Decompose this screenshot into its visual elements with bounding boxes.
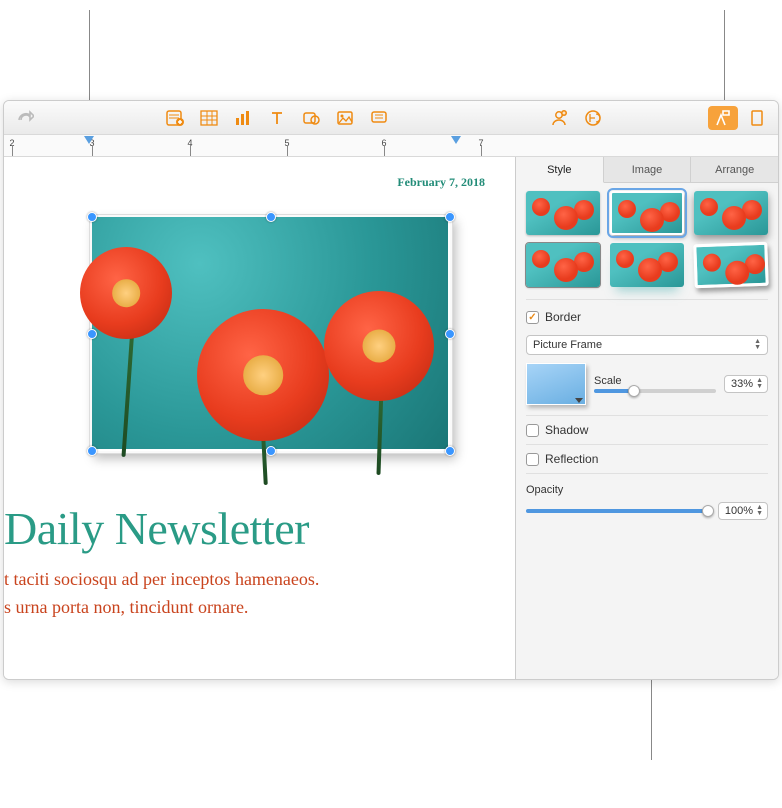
tab-arrange[interactable]: Arrange [691,157,778,183]
image-detail [121,327,134,457]
resize-handle-b[interactable] [266,446,276,456]
image-detail [80,247,172,339]
opacity-slider[interactable] [526,509,708,513]
scale-value: 33% [731,378,753,390]
stepper-arrows-icon: ▲▼ [756,378,763,390]
shadow-label: Shadow [545,423,588,437]
format-inspector-button[interactable] [708,106,738,130]
document-date: February 7, 2018 [397,175,485,190]
opacity-label: Opacity [526,484,768,496]
resize-handle-br[interactable] [445,446,455,456]
horizontal-ruler[interactable]: 2 3 4 5 6 7 [4,135,778,157]
reflection-row: Reflection [526,444,768,473]
style-preset-6[interactable] [693,242,768,289]
resize-handle-l[interactable] [87,329,97,339]
border-scale-row: Scale 33% ▲▼ [526,363,768,405]
document-headline[interactable]: Daily Newsletter [4,502,309,555]
border-type-value: Picture Frame [533,339,602,351]
resize-handle-tl[interactable] [87,212,97,222]
resize-handle-bl[interactable] [87,446,97,456]
image-detail [197,309,329,441]
tab-image[interactable]: Image [604,157,692,183]
chart-button[interactable] [228,106,258,130]
toolbar [4,101,778,135]
opacity-slider-knob[interactable] [702,505,714,517]
collab-tools-group [544,106,608,130]
inspector-body: Border Picture Frame ▲▼ Scale [516,183,778,679]
insert-tools-group [160,106,394,130]
insert-page-button[interactable] [160,106,190,130]
format-inspector: Style Image Arrange Border [516,157,778,679]
body-line: s urna porta non, tincidunt ornare. [4,593,319,621]
opacity-section: Opacity 100% ▲▼ [526,473,768,520]
scale-label: Scale [594,375,716,387]
inspector-tabs: Style Image Arrange [516,157,778,183]
scale-value-stepper[interactable]: 33% ▲▼ [724,375,768,393]
resize-handle-r[interactable] [445,329,455,339]
style-preset-1[interactable] [526,191,600,235]
select-arrows-icon: ▲▼ [754,339,761,351]
image-detail [324,291,434,401]
selected-image[interactable] [90,215,452,453]
opacity-value-stepper[interactable]: 100% ▲▼ [718,502,768,520]
shadow-checkbox[interactable] [526,424,539,437]
border-row: Border [526,299,768,331]
scale-slider-knob[interactable] [628,385,640,397]
document-canvas[interactable]: February 7, 2018 Daily Newsletter [4,157,516,679]
comment-button[interactable] [364,106,394,130]
tab-style[interactable]: Style [516,157,604,183]
left-margin-marker[interactable] [84,136,94,144]
reflection-label: Reflection [545,452,598,466]
shadow-row: Shadow [526,415,768,444]
style-preset-4[interactable] [526,243,600,287]
textbox-button[interactable] [262,106,292,130]
resize-handle-tr[interactable] [445,212,455,222]
stepper-arrows-icon: ▲▼ [756,505,763,517]
collaborate-button[interactable] [544,106,574,130]
redo-button[interactable] [10,106,40,130]
document-body[interactable]: t taciti sociosqu ad per inceptos hamena… [4,565,319,621]
border-checkbox[interactable] [526,311,539,324]
opacity-value: 100% [725,505,753,517]
reflection-checkbox[interactable] [526,453,539,466]
style-presets [526,191,768,287]
resize-handle-t[interactable] [266,212,276,222]
media-button[interactable] [330,106,360,130]
view-tools-group [708,106,772,130]
frame-preview[interactable] [526,363,586,405]
style-preset-3[interactable] [694,191,768,235]
border-label: Border [545,310,581,324]
right-margin-marker[interactable] [451,136,461,144]
border-type-select[interactable]: Picture Frame ▲▼ [526,335,768,355]
scale-slider[interactable] [594,389,716,393]
dropdown-arrow-icon [575,398,583,403]
document-inspector-button[interactable] [742,106,772,130]
style-preset-2[interactable] [610,191,684,235]
tips-button[interactable] [578,106,608,130]
app-window: 2 3 4 5 6 7 February 7, 2018 [3,100,779,680]
shape-button[interactable] [296,106,326,130]
table-button[interactable] [194,106,224,130]
style-preset-5[interactable] [610,243,684,287]
callout-leader-format [724,10,725,100]
body-line: t taciti sociosqu ad per inceptos hamena… [4,565,319,593]
